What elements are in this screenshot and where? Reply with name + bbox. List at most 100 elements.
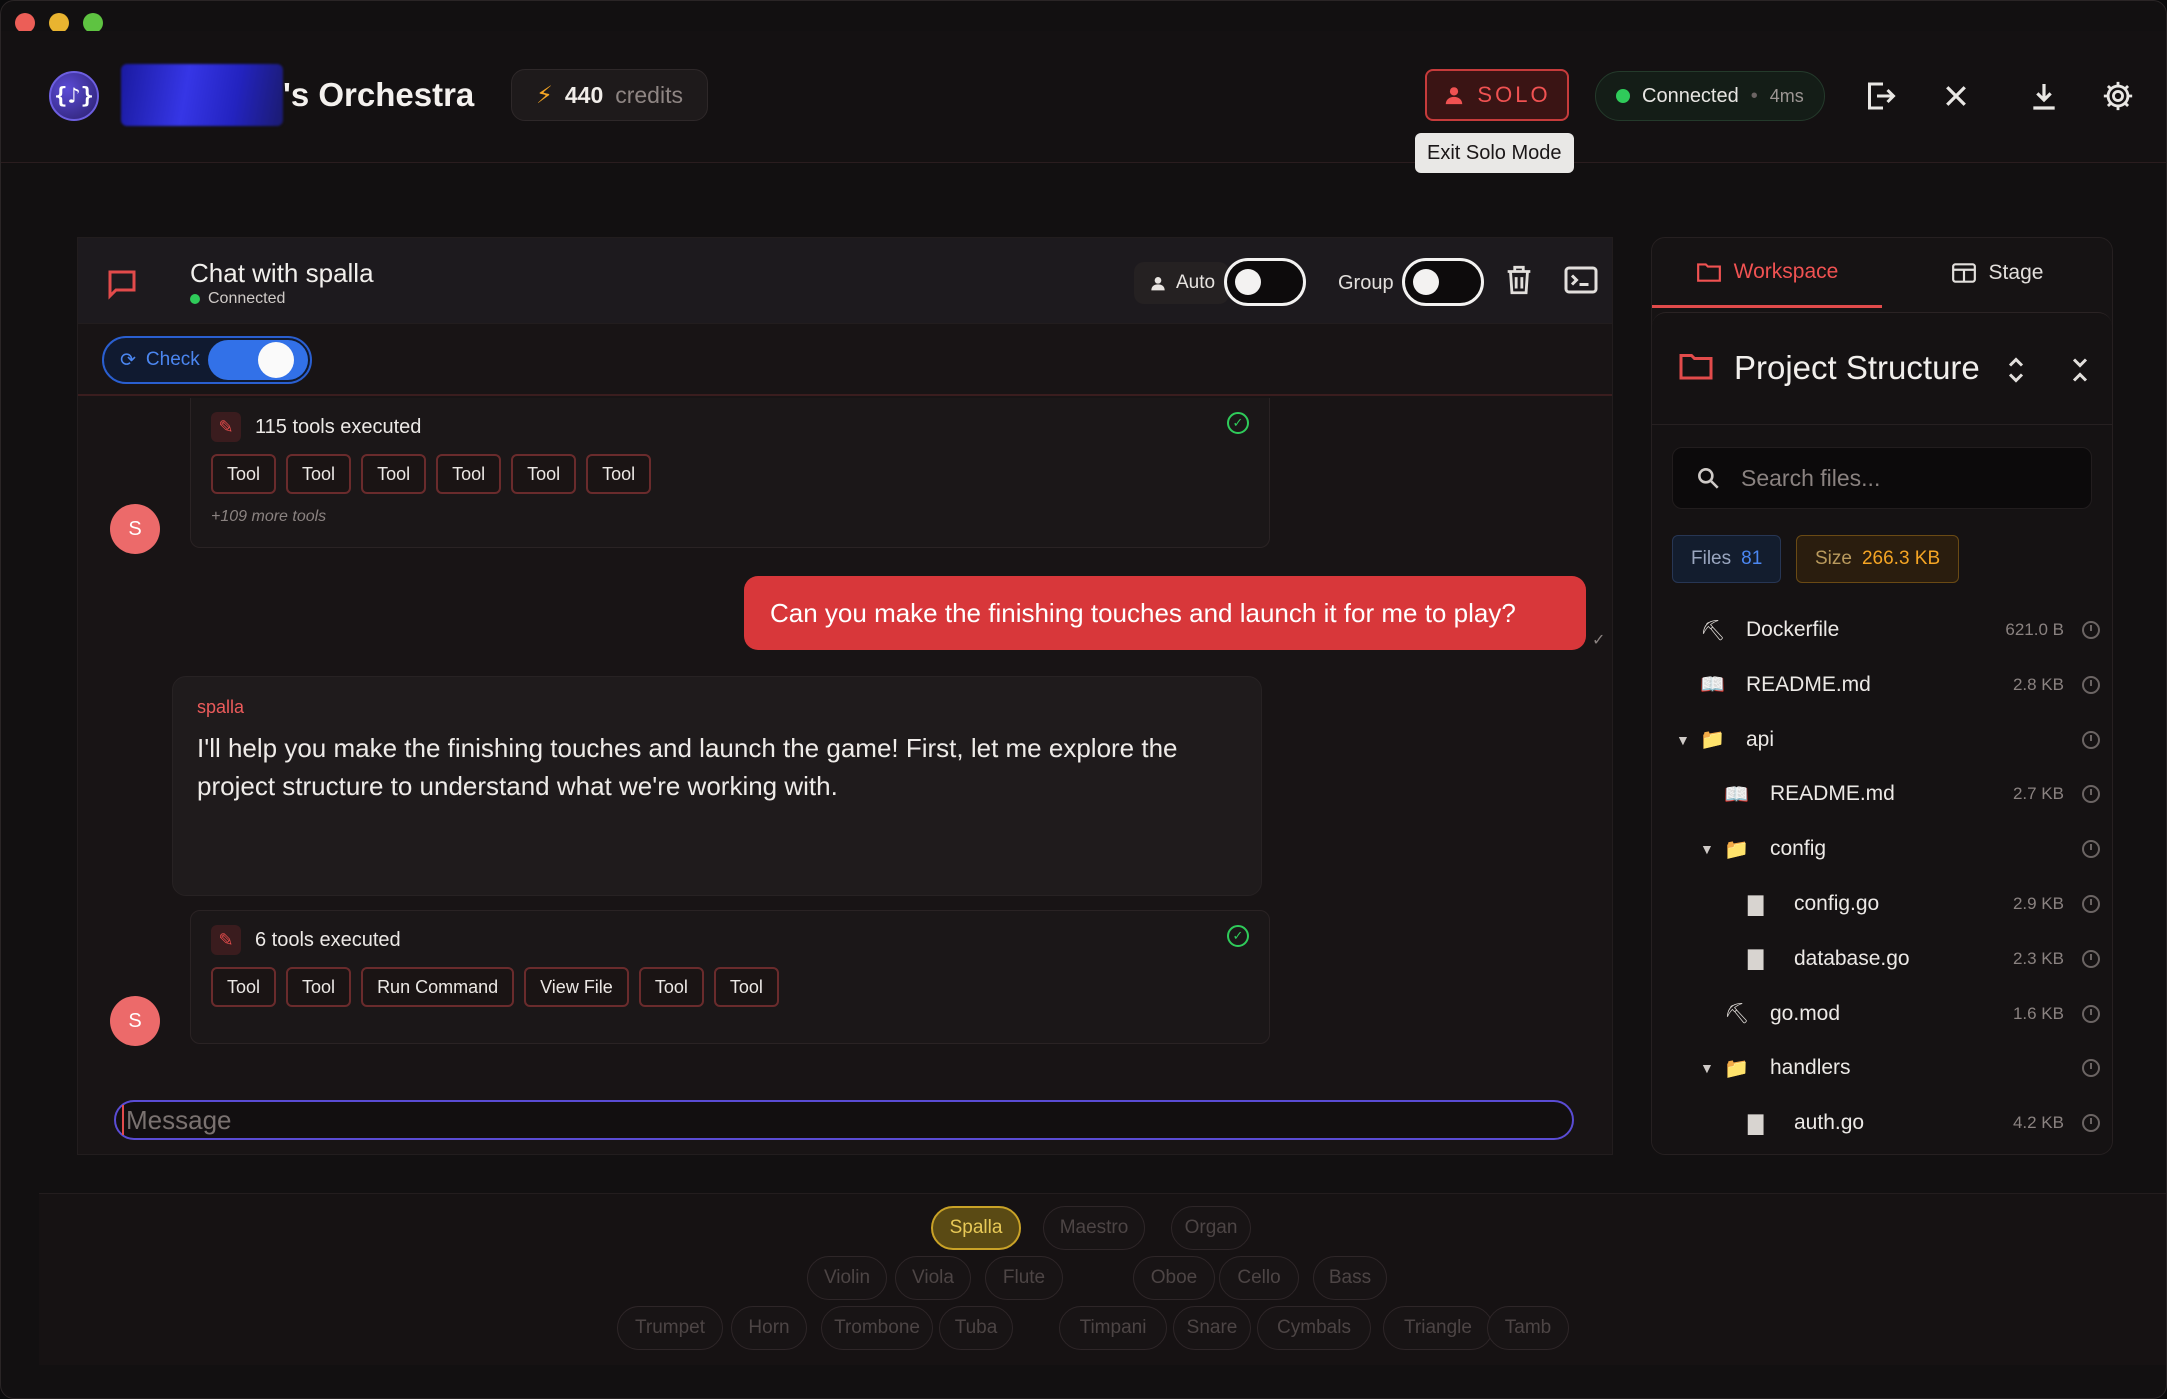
collapse-icon[interactable] — [2070, 355, 2090, 391]
tool-chip[interactable]: Tool — [286, 454, 352, 494]
auto-mode-label: Auto — [1134, 262, 1230, 304]
tree-item-size: 2.3 KB — [2012, 948, 2064, 968]
tool-chip[interactable]: Tool — [211, 454, 277, 494]
tree-folder[interactable]: ▼ 📁 config — [1652, 822, 2112, 876]
user-icon — [1151, 277, 1165, 291]
tool-chip-view-file[interactable]: View File — [524, 967, 629, 1007]
group-toggle[interactable] — [1402, 258, 1484, 306]
close-window-button[interactable] — [15, 13, 35, 33]
maximize-window-button[interactable] — [83, 13, 103, 33]
clock-icon[interactable] — [2082, 840, 2100, 859]
auto-label: Auto — [1176, 272, 1216, 293]
clock-icon[interactable] — [2082, 785, 2100, 804]
connection-separator: • — [1750, 84, 1758, 107]
minimize-window-button[interactable] — [49, 13, 69, 33]
project-structure-header: Project Structure — [1652, 313, 2112, 425]
tool-chip[interactable]: Tool — [713, 967, 779, 1007]
file-icon: ▇ — [1748, 1112, 1764, 1135]
instrument-cello[interactable]: Cello — [1219, 1256, 1299, 1300]
chevron-down-icon[interactable]: ▼ — [1676, 732, 1690, 748]
check-circle-icon: ✓ — [1227, 925, 1249, 947]
credits-badge[interactable]: ⚡ 440 credits — [511, 69, 708, 121]
tree-folder[interactable]: ▼ 📁 api — [1652, 713, 2112, 767]
clock-icon[interactable] — [2082, 1114, 2100, 1133]
tree-file[interactable]: 📖 README.md 2.8 KB — [1652, 658, 2112, 712]
instrument-bass[interactable]: Bass — [1313, 1256, 1387, 1300]
instrument-timpani[interactable]: Timpani — [1059, 1306, 1167, 1350]
tree-folder[interactable]: ▼ 📁 handlers — [1652, 1041, 2112, 1095]
tree-file[interactable]: ⛏ go.mod 1.6 KB — [1652, 987, 2112, 1041]
clock-icon[interactable] — [2082, 621, 2100, 639]
solo-button[interactable]: SOLO — [1425, 69, 1569, 121]
instrument-horn[interactable]: Horn — [731, 1306, 807, 1350]
clock-icon[interactable] — [2082, 1059, 2100, 1078]
instrument-trombone[interactable]: Trombone — [821, 1306, 933, 1350]
lightning-icon: ⚡ — [536, 81, 553, 109]
instrument-tuba[interactable]: Tuba — [939, 1306, 1013, 1350]
instrument-tamb[interactable]: Tamb — [1487, 1306, 1569, 1350]
instrument-maestro[interactable]: Maestro — [1043, 1206, 1145, 1250]
close-icon[interactable] — [1933, 73, 1979, 119]
instrument-organ[interactable]: Organ — [1171, 1206, 1251, 1250]
instrument-trumpet[interactable]: Trumpet — [617, 1306, 723, 1350]
more-tools-label[interactable]: +109 more tools — [211, 508, 326, 526]
redacted-username — [121, 64, 283, 126]
instrument-snare[interactable]: Snare — [1173, 1306, 1251, 1350]
tool-chip[interactable]: Tool — [286, 967, 352, 1007]
tool-chip-run-command[interactable]: Run Command — [361, 967, 515, 1007]
instrument-spalla[interactable]: Spalla — [931, 1206, 1021, 1250]
tree-file[interactable]: ▇ auth.go 4.2 KB — [1652, 1096, 2112, 1150]
terminal-icon[interactable] — [1562, 262, 1600, 303]
tree-file[interactable]: 📖 README.md 2.7 KB — [1652, 767, 2112, 821]
instrument-cymbals[interactable]: Cymbals — [1257, 1306, 1371, 1350]
tree-file[interactable]: ⛏ Dockerfile 621.0 B — [1652, 603, 2112, 657]
gear-icon[interactable] — [2095, 73, 2141, 119]
sort-icon[interactable] — [2006, 355, 2026, 391]
orchestra-logo-icon[interactable]: {♪} — [49, 71, 99, 121]
instrument-viola[interactable]: Viola — [895, 1256, 971, 1300]
folder-icon: 📁 — [1724, 838, 1749, 861]
download-icon[interactable] — [2021, 73, 2067, 119]
tool-chip[interactable]: Tool — [586, 454, 652, 494]
book-icon: 📖 — [1700, 674, 1725, 697]
tab-stage[interactable]: Stage — [1882, 238, 2112, 308]
chevron-down-icon[interactable]: ▼ — [1700, 1060, 1714, 1076]
auto-toggle[interactable] — [1224, 258, 1306, 306]
clock-icon[interactable] — [2082, 949, 2100, 968]
instrument-triangle[interactable]: Triangle — [1383, 1306, 1493, 1350]
tool-chip[interactable]: Tool — [638, 967, 704, 1007]
tool-chip[interactable]: Tool — [511, 454, 577, 494]
chevron-down-icon[interactable]: ▼ — [1700, 841, 1714, 857]
message-input[interactable]: Message — [114, 1100, 1574, 1140]
clock-icon[interactable] — [2082, 675, 2100, 694]
tree-item-size: 2.8 KB — [2012, 674, 2064, 694]
clock-icon[interactable] — [2082, 730, 2100, 749]
tree-file[interactable]: ▇ database.go 2.3 KB — [1652, 932, 2112, 986]
tools-executed-card: ✎ 115 tools executed ✓ Tool Tool Tool To… — [190, 398, 1270, 548]
stage-icon — [1951, 263, 1976, 283]
tool-chip[interactable]: Tool — [211, 967, 277, 1007]
trash-icon[interactable] — [1502, 262, 1536, 303]
tool-chip[interactable]: Tool — [361, 454, 427, 494]
clock-icon[interactable] — [2082, 895, 2100, 913]
assistant-message: spalla I'll help you make the finishing … — [172, 676, 1262, 896]
check-toggle-pill[interactable]: ⟳ Check — [102, 336, 312, 384]
solo-label: SOLO — [1477, 82, 1551, 107]
check-toggle[interactable] — [208, 340, 308, 380]
tab-workspace[interactable]: Workspace — [1652, 238, 1882, 308]
tree-item-name: README.md — [1770, 782, 1895, 806]
app-window: {♪} 's Orchestra ⚡ 440 credits SOLO Exit… — [0, 0, 2167, 1399]
clock-icon[interactable] — [2082, 1004, 2100, 1023]
tools-count-label: 115 tools executed — [255, 415, 422, 438]
tree-item-size: 1.6 KB — [2012, 1003, 2064, 1023]
instrument-flute[interactable]: Flute — [985, 1256, 1063, 1300]
search-files-input[interactable]: Search files... — [1672, 447, 2092, 509]
search-placeholder: Search files... — [1741, 464, 1881, 491]
logout-icon[interactable] — [1857, 73, 1903, 119]
instrument-oboe[interactable]: Oboe — [1133, 1256, 1215, 1300]
tree-item-size: 4.2 KB — [2012, 1113, 2064, 1133]
tree-file[interactable]: ▇ config.go 2.9 KB — [1652, 877, 2112, 931]
tree-item-name: Dockerfile — [1746, 618, 1840, 641]
tool-chip[interactable]: Tool — [436, 454, 502, 494]
instrument-violin[interactable]: Violin — [807, 1256, 887, 1300]
